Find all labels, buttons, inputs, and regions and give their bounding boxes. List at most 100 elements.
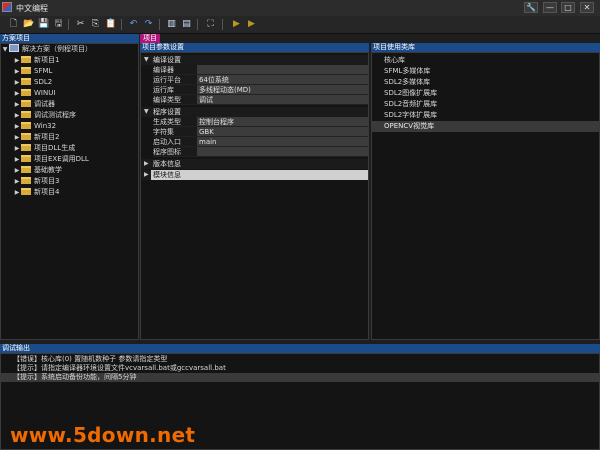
- property-value[interactable]: GBK: [197, 127, 368, 137]
- tree-root-label: 解决方案（例程项目）: [22, 45, 92, 53]
- library-item[interactable]: SDL2音频扩展库: [372, 99, 600, 110]
- close-button[interactable]: ✕: [580, 2, 594, 13]
- library-item-selected[interactable]: OPENCV视觉库: [372, 121, 600, 132]
- expand-arrow-icon[interactable]: ▶: [144, 170, 149, 180]
- property-value[interactable]: 多线程动态(MD): [197, 85, 368, 95]
- tree-item-label: 新项目1: [34, 56, 60, 64]
- title-bar: 中文编程 🔧 — □ ✕: [0, 0, 600, 17]
- settings-row[interactable]: 运行库 多线程动态(MD): [141, 85, 368, 95]
- settings-group-version[interactable]: ▶ 版本信息: [141, 159, 368, 169]
- tree-item[interactable]: ▶ SDL2: [13, 77, 52, 88]
- output-line: 【提示】请指定编译器环境设置文件vcvarsall.bat或gccvarsall…: [13, 364, 226, 372]
- settings-group-program[interactable]: ▼ 程序设置: [141, 107, 368, 117]
- tree-root[interactable]: ▼ 解决方案（例程项目）: [1, 44, 92, 55]
- folder-icon: [21, 144, 31, 151]
- toolbar-divider: [222, 19, 223, 30]
- property-value[interactable]: main: [197, 137, 368, 147]
- folder-icon: [21, 67, 31, 74]
- property-value[interactable]: 64位系统: [197, 75, 368, 85]
- toolbar: 🗋 📂 💾 🖫 ✂ ⎘ 📋 ↶ ↷ ▥ ▤ ⛶ ▶ ▶: [0, 16, 600, 34]
- group-label: 模块信息: [151, 170, 368, 180]
- undo-icon[interactable]: ↶: [128, 19, 139, 30]
- tree-item[interactable]: ▶ 调试测试程序: [13, 110, 76, 121]
- tab-project[interactable]: 项目: [140, 34, 160, 43]
- expand-arrow-icon[interactable]: ▶: [13, 176, 21, 187]
- settings-row[interactable]: 启动入口 main: [141, 137, 368, 147]
- settings-row[interactable]: 编译器: [141, 65, 368, 75]
- expand-arrow-icon[interactable]: ▶: [13, 55, 21, 66]
- redo-icon[interactable]: ↷: [143, 19, 154, 30]
- copy-icon[interactable]: ⎘: [90, 19, 101, 30]
- solution-panel-header: 方案项目: [0, 34, 139, 43]
- tree-item[interactable]: ▶ 新项目1: [13, 55, 59, 66]
- library-panel-header: 项目使用类库: [371, 43, 600, 52]
- folder-icon: [21, 56, 31, 63]
- folder-icon: [21, 89, 31, 96]
- library-item[interactable]: 核心库: [372, 55, 600, 66]
- tree-item[interactable]: ▶ 调试器: [13, 99, 55, 110]
- expand-arrow-icon[interactable]: ▶: [13, 110, 21, 121]
- expand-arrow-icon[interactable]: ▶: [13, 143, 21, 154]
- save-all-icon[interactable]: 🖫: [53, 19, 64, 30]
- maximize-button[interactable]: □: [561, 2, 575, 13]
- collapse-arrow-icon[interactable]: ▼: [1, 44, 9, 55]
- tree-item[interactable]: ▶ Win32: [13, 121, 56, 132]
- debug-icon[interactable]: ▶: [246, 19, 257, 30]
- collapse-arrow-icon[interactable]: ▼: [144, 55, 149, 65]
- settings-row[interactable]: 程序图标: [141, 147, 368, 157]
- tree-item[interactable]: ▶ 基础教学: [13, 165, 62, 176]
- layout-icon[interactable]: ▤: [181, 19, 192, 30]
- folder-icon: [21, 155, 31, 162]
- find-icon[interactable]: ⛶: [205, 19, 216, 30]
- settings-panel-header: 项目参数设置: [140, 43, 369, 52]
- tools-icon[interactable]: 🔧: [524, 2, 538, 13]
- expand-arrow-icon[interactable]: ▶: [13, 99, 21, 110]
- settings-row[interactable]: 编译类型 调试: [141, 95, 368, 105]
- tree-item[interactable]: ▶ 项目DLL生成: [13, 143, 75, 154]
- expand-arrow-icon[interactable]: ▶: [13, 187, 21, 198]
- open-folder-icon[interactable]: 📂: [23, 19, 34, 30]
- settings-group-module[interactable]: ▶ 模块信息: [141, 170, 368, 180]
- expand-arrow-icon[interactable]: ▶: [13, 121, 21, 132]
- folder-icon: [21, 122, 31, 129]
- expand-arrow-icon[interactable]: ▶: [13, 132, 21, 143]
- property-value[interactable]: 控制台程序: [197, 117, 368, 127]
- tree-item-label: 基础教学: [34, 166, 62, 174]
- property-value[interactable]: 调试: [197, 95, 368, 105]
- expand-arrow-icon[interactable]: ▶: [13, 165, 21, 176]
- settings-row[interactable]: 运行平台 64位系统: [141, 75, 368, 85]
- toolbar-divider: [68, 19, 69, 30]
- library-item[interactable]: SFML多媒体库: [372, 66, 600, 77]
- expand-arrow-icon[interactable]: ▶: [144, 159, 149, 169]
- tree-item[interactable]: ▶ 项目EXE调用DLL: [13, 154, 89, 165]
- library-item[interactable]: SDL2字体扩展库: [372, 110, 600, 121]
- cut-icon[interactable]: ✂: [75, 19, 86, 30]
- library-item[interactable]: SDL2图像扩展库: [372, 88, 600, 99]
- settings-row[interactable]: 生成类型 控制台程序: [141, 117, 368, 127]
- toolbar-divider: [197, 19, 198, 30]
- tree-item[interactable]: ▶ SFML: [13, 66, 52, 77]
- tree-item[interactable]: ▶ 新项目4: [13, 187, 59, 198]
- new-file-icon[interactable]: 🗋: [8, 19, 19, 30]
- property-value[interactable]: [197, 65, 368, 75]
- group-label: 程序设置: [153, 108, 181, 116]
- paste-icon[interactable]: 📋: [105, 19, 116, 30]
- property-value[interactable]: [197, 147, 368, 157]
- expand-arrow-icon[interactable]: ▶: [13, 66, 21, 77]
- settings-group-compile[interactable]: ▼ 编译设置: [141, 55, 368, 65]
- tree-item[interactable]: ▶ 新项目2: [13, 132, 59, 143]
- settings-row[interactable]: 字符集 GBK: [141, 127, 368, 137]
- tree-item[interactable]: ▶ WINUI: [13, 88, 55, 99]
- toolbar-divider: [159, 19, 160, 30]
- expand-arrow-icon[interactable]: ▶: [13, 88, 21, 99]
- expand-arrow-icon[interactable]: ▶: [13, 77, 21, 88]
- minimize-button[interactable]: —: [543, 2, 557, 13]
- tree-item[interactable]: ▶ 新项目3: [13, 176, 59, 187]
- expand-arrow-icon[interactable]: ▶: [13, 154, 21, 165]
- library-item[interactable]: SDL2多媒体库: [372, 77, 600, 88]
- settings-grid: ▼ 编译设置 编译器 运行平台 64位系统 运行库 多线程动态(MD) 编译类型 调试 …: [140, 52, 369, 340]
- panel-icon[interactable]: ▥: [166, 19, 177, 30]
- save-icon[interactable]: 💾: [38, 19, 49, 30]
- run-icon[interactable]: ▶: [231, 19, 242, 30]
- collapse-arrow-icon[interactable]: ▼: [144, 107, 149, 117]
